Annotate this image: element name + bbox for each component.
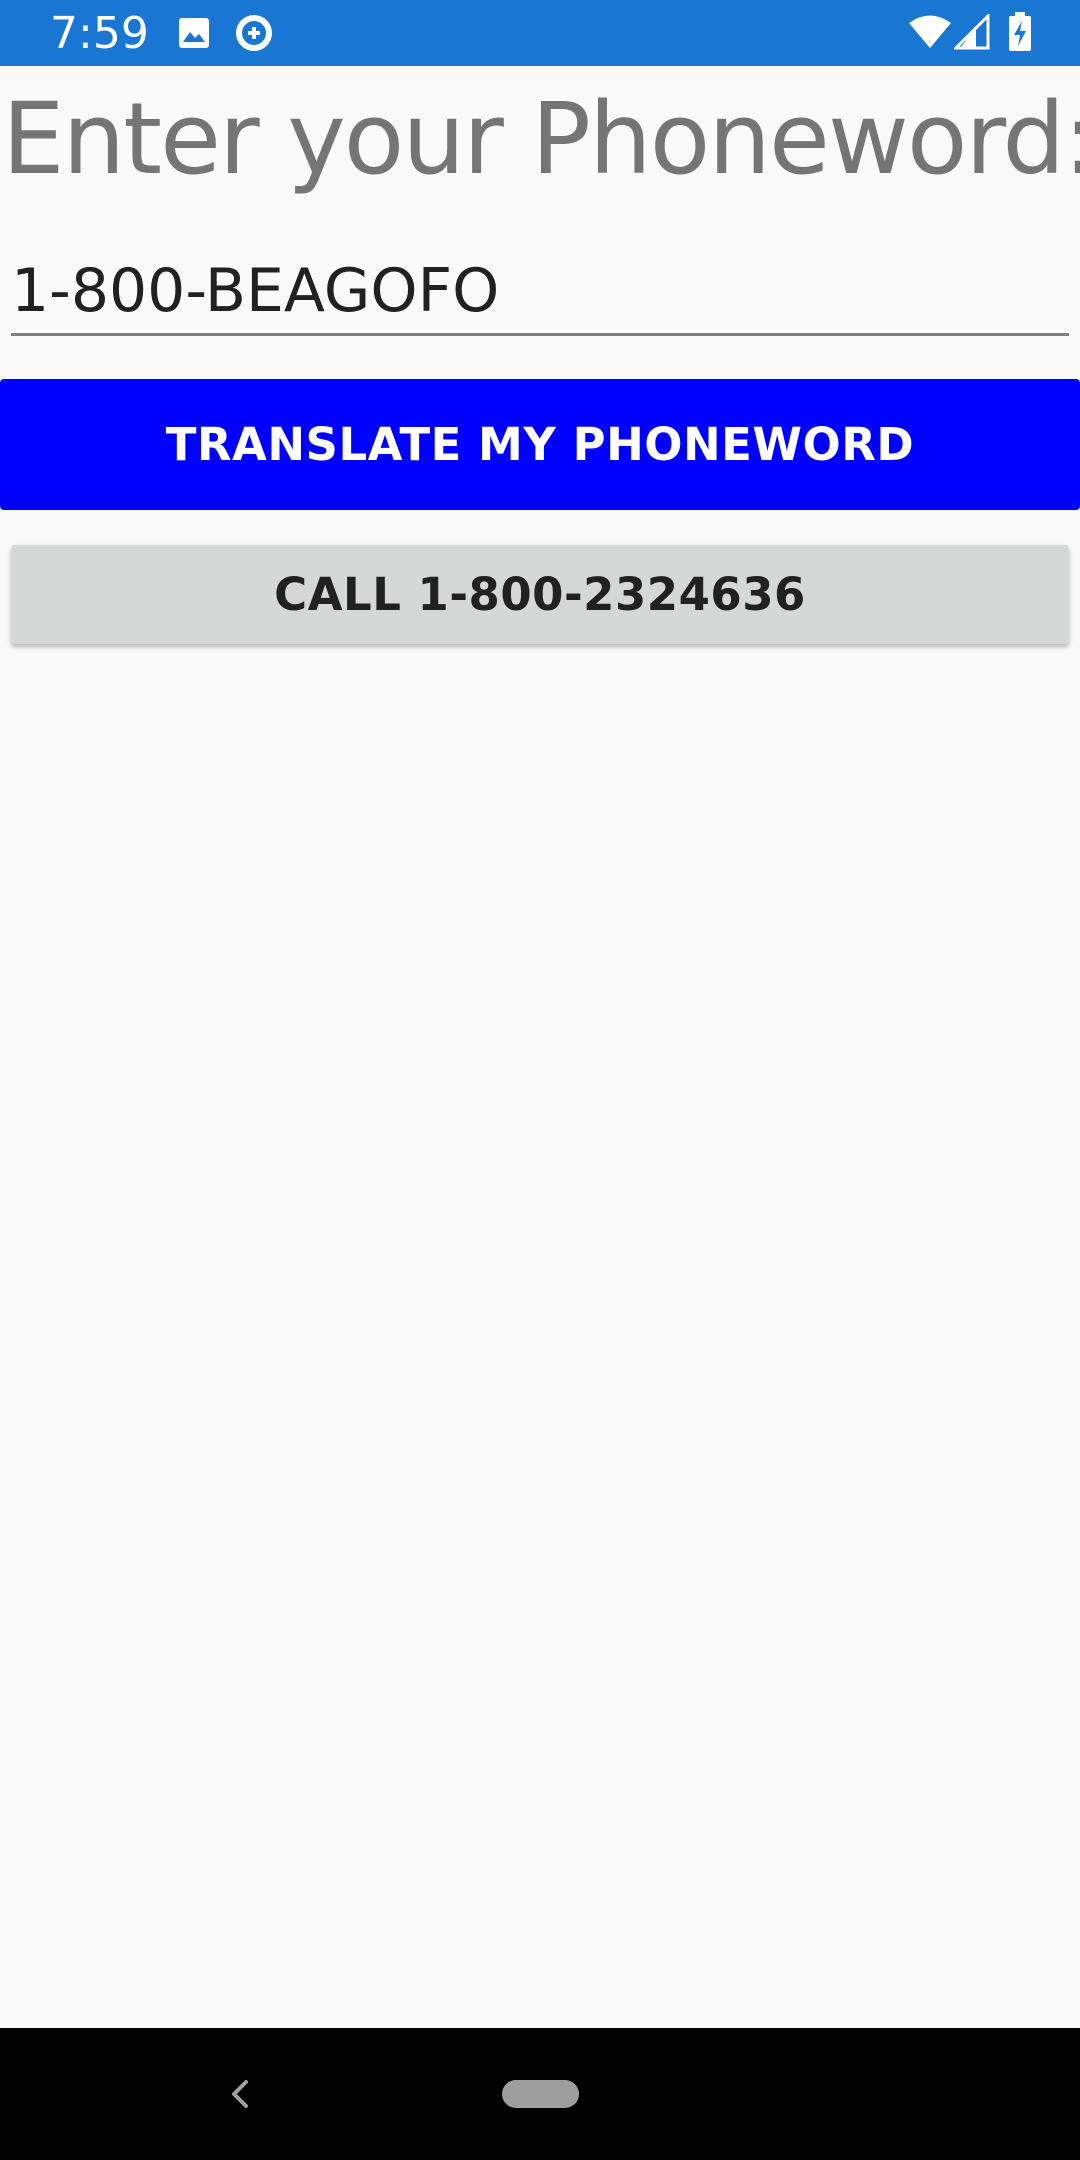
app-screen: 7:59 Enter your Phoneword: 1-800-BEAGOFO… xyxy=(0,0,1080,2160)
back-icon[interactable] xyxy=(222,2076,258,2112)
image-icon xyxy=(179,18,209,48)
status-bar: 7:59 xyxy=(0,0,1080,66)
data-saver-icon xyxy=(236,15,272,51)
battery-charging-icon xyxy=(1009,12,1031,51)
phoneword-input[interactable] xyxy=(11,252,1069,336)
wifi-icon xyxy=(909,15,951,48)
call-button[interactable]: CALL 1-800-2324636 xyxy=(11,545,1069,644)
status-time: 7:59 xyxy=(50,8,149,59)
home-pill-icon[interactable] xyxy=(502,2080,579,2108)
phoneword-prompt-label: Enter your Phoneword: xyxy=(2,82,1080,197)
cell-signal-icon xyxy=(954,14,990,50)
translate-button[interactable]: TRANSLATE MY PHONEWORD xyxy=(0,379,1080,510)
